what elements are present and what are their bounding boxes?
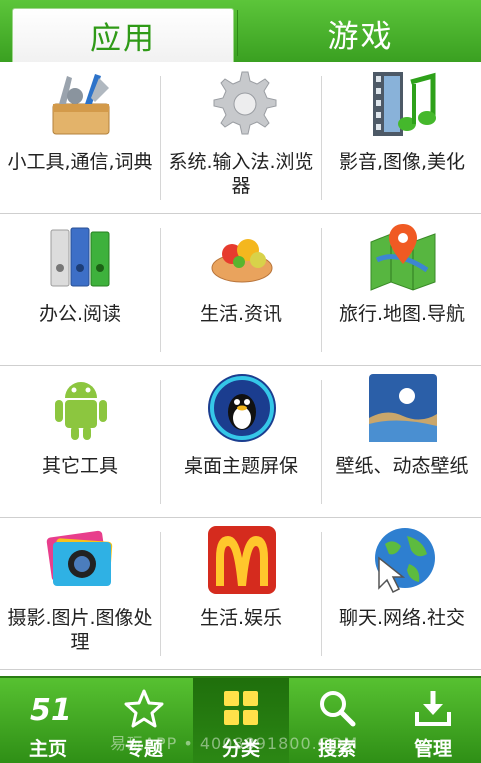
android-icon — [55, 382, 107, 440]
category-other-tools[interactable]: 其它工具 — [0, 366, 160, 518]
tab-games[interactable]: 游戏 — [237, 6, 481, 60]
globe-cursor-icon — [375, 528, 435, 594]
category-life-news[interactable]: 生活.资讯 — [161, 214, 321, 366]
download-icon — [415, 691, 451, 726]
category-label: 旅行.地图.导航 — [338, 303, 466, 325]
category-wallpapers[interactable]: 壁纸、动态壁纸 — [322, 366, 481, 518]
film-music-icon — [373, 72, 436, 136]
category-tools[interactable]: 小工具,通信,词典 — [0, 62, 160, 214]
category-label: 壁纸、动态壁纸 — [335, 455, 469, 477]
fruit-tart-icon — [211, 239, 273, 283]
watermark: 易玩APP • 4008891800.COM — [110, 734, 359, 753]
category-travel[interactable]: 旅行.地图.导航 — [322, 214, 481, 366]
star-icon — [124, 689, 164, 728]
home-logo-icon: 51 — [30, 693, 68, 728]
gear-icon — [213, 71, 277, 135]
binders-icon — [50, 227, 110, 287]
category-label: 其它工具 — [41, 455, 118, 477]
category-row: 办公.阅读 生活.资讯 旅行.地图.导航 — [0, 214, 481, 366]
penguin-icon — [208, 374, 276, 442]
category-photography[interactable]: 摄影.图片.图像处理 — [0, 518, 160, 670]
nav-home[interactable]: 51 主页 — [0, 678, 96, 763]
category-label: 小工具,通信,词典 — [7, 151, 153, 173]
category-label: 聊天.网络.社交 — [338, 607, 466, 629]
category-grid: 小工具,通信,词典 系统.输入法.浏览器 影音,图像,美化 办公.阅读 生活.资… — [0, 62, 481, 674]
svg-text:51: 51 — [30, 693, 68, 728]
category-media[interactable]: 影音,图像,美化 — [322, 62, 481, 214]
category-social[interactable]: 聊天.网络.社交 — [322, 518, 481, 670]
category-row: 其它工具 桌面主题屏保 壁纸、动态壁纸 — [0, 366, 481, 518]
landscape-icon — [369, 374, 437, 442]
mcdonalds-icon — [208, 526, 276, 594]
category-label: 桌面主题屏保 — [183, 455, 298, 477]
category-entertainment[interactable]: 生活.娱乐 — [161, 518, 321, 670]
category-label: 影音,图像,美化 — [338, 151, 466, 173]
nav-label: 主页 — [28, 738, 67, 760]
category-row: 摄影.图片.图像处理 生活.娱乐 聊天.网络.社交 — [0, 518, 481, 670]
camera-icon — [46, 530, 113, 586]
category-row: 小工具,通信,词典 系统.输入法.浏览器 影音,图像,美化 — [0, 62, 481, 214]
nav-label: 管理 — [413, 738, 452, 760]
category-themes[interactable]: 桌面主题屏保 — [161, 366, 321, 518]
category-system[interactable]: 系统.输入法.浏览器 — [161, 62, 321, 214]
map-pin-icon — [370, 224, 436, 291]
category-office[interactable]: 办公.阅读 — [0, 214, 160, 366]
nav-manage[interactable]: 管理 — [385, 678, 481, 763]
top-tab-bar: 应用 游戏 — [0, 0, 481, 62]
category-label: 摄影.图片.图像处理 — [7, 607, 153, 653]
category-label: 系统.输入法.浏览器 — [168, 151, 314, 197]
tab-apps[interactable]: 应用 — [12, 8, 234, 62]
category-label: 生活.资讯 — [199, 303, 283, 325]
grid-icon — [224, 691, 258, 725]
category-label: 生活.娱乐 — [199, 607, 283, 629]
category-label: 办公.阅读 — [38, 303, 122, 325]
search-icon — [320, 691, 356, 727]
toolbox-icon — [52, 74, 110, 135]
